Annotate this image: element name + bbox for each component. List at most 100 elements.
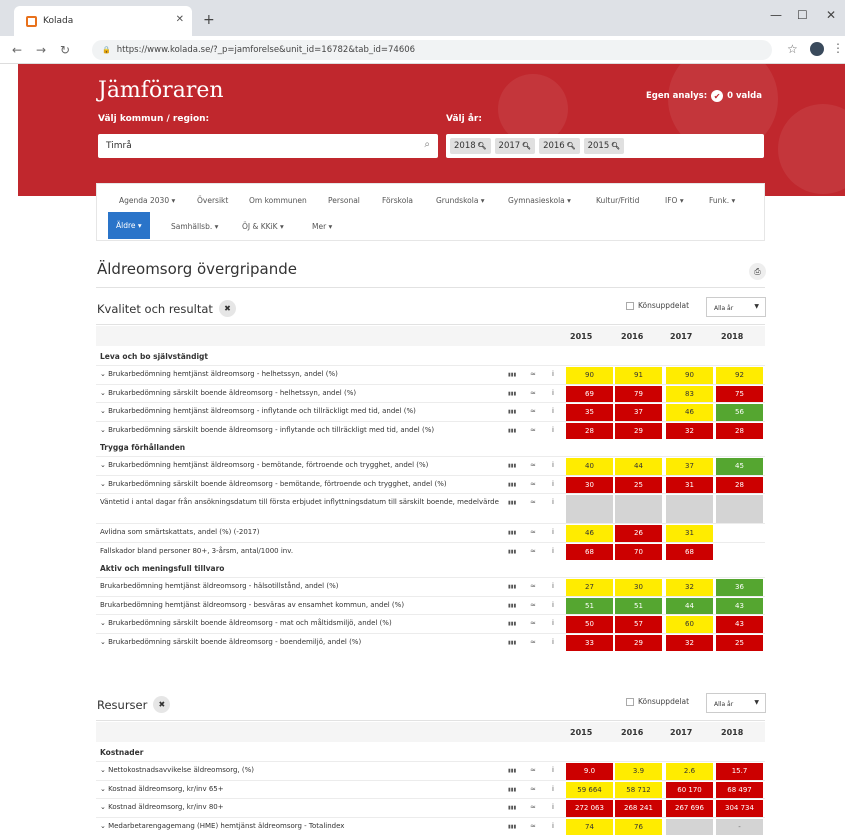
info-icon[interactable]: i (552, 822, 554, 830)
nav-item[interactable]: Personal (328, 196, 360, 205)
info-icon[interactable]: i (552, 638, 554, 646)
trend-icon[interactable]: ≈ (530, 803, 536, 811)
info-icon[interactable]: i (552, 785, 554, 793)
row-label[interactable]: Fallskador bland personer 80+, 3-årsm, a… (100, 547, 500, 556)
bar-chart-icon[interactable]: ▮▮▮ (508, 640, 516, 646)
trend-icon[interactable]: ≈ (530, 480, 536, 488)
browser-tab[interactable]: Kolada ✕ (14, 6, 192, 36)
nav-item[interactable]: IFO ▾ (665, 196, 684, 205)
info-icon[interactable]: i (552, 498, 554, 506)
info-icon[interactable]: i (552, 619, 554, 627)
nav-item[interactable]: Översikt (197, 196, 228, 205)
gender-checkbox[interactable] (626, 697, 634, 706)
bar-chart-icon[interactable]: ▮▮▮ (508, 428, 516, 434)
bar-chart-icon[interactable]: ▮▮▮ (508, 805, 516, 811)
table-row[interactable]: Brukarbedömning hemtjänst äldreomsorg - … (96, 595, 765, 614)
trend-icon[interactable]: ≈ (530, 370, 536, 378)
info-icon[interactable]: i (552, 426, 554, 434)
year-filter-select[interactable]: Alla år ▼ (706, 693, 766, 713)
table-row[interactable]: ⌄ Brukarbedömning särskilt boende äldreo… (96, 614, 765, 633)
nav-item[interactable]: Gymnasieskola ▾ (508, 196, 571, 205)
row-label[interactable]: ⌄ Medarbetarengagemang (HME) hemtjänst ä… (100, 822, 500, 831)
window-close-icon[interactable]: ✕ (826, 8, 836, 22)
table-row[interactable]: Brukarbedömning hemtjänst äldreomsorg - … (96, 577, 765, 596)
trend-icon[interactable]: ≈ (530, 547, 536, 555)
row-label[interactable]: ⌄ Brukarbedömning särskilt boende äldreo… (100, 426, 500, 435)
row-label[interactable]: Väntetid i antal dagar från ansökningsda… (100, 498, 500, 507)
info-icon[interactable]: i (552, 528, 554, 536)
nav-item[interactable]: Agenda 2030 ▾ (119, 196, 175, 205)
table-row[interactable]: Fallskador bland personer 80+, 3-årsm, a… (96, 541, 765, 560)
trend-icon[interactable]: ≈ (530, 638, 536, 646)
row-label[interactable]: ⌄ Brukarbedömning hemtjänst äldreomsorg … (100, 370, 500, 379)
extension-icon[interactable] (810, 42, 824, 56)
info-icon[interactable]: i (552, 547, 554, 555)
table-row[interactable]: Avlidna som smärtskattats, andel (%) (-2… (96, 523, 765, 542)
table-row[interactable]: ⌄ Brukarbedömning hemtjänst äldreomsorg … (96, 456, 765, 475)
table-row[interactable]: ⌄ Medarbetarengagemang (HME) hemtjänst ä… (96, 816, 765, 835)
info-icon[interactable]: i (552, 601, 554, 609)
bar-chart-icon[interactable]: ▮▮▮ (508, 463, 516, 469)
kommun-input[interactable]: Timrå ⌕ (98, 134, 438, 158)
new-tab-icon[interactable]: + (203, 12, 215, 28)
back-icon[interactable]: ← (12, 43, 22, 57)
bar-chart-icon[interactable]: ▮▮▮ (508, 409, 516, 415)
year-chip[interactable]: 2016 🔍︎ (539, 138, 580, 154)
forward-icon[interactable]: → (36, 43, 46, 57)
nav-item[interactable]: Mer ▾ (312, 222, 332, 231)
bar-chart-icon[interactable]: ▮▮▮ (508, 500, 516, 506)
trend-icon[interactable]: ≈ (530, 389, 536, 397)
nav-item[interactable]: Om kommunen (249, 196, 307, 205)
info-icon[interactable]: i (552, 389, 554, 397)
bar-chart-icon[interactable]: ▮▮▮ (508, 824, 516, 830)
collapse-icon[interactable]: ✖ (218, 300, 236, 317)
table-row[interactable]: ⌄ Brukarbedömning hemtjänst äldreomsorg … (96, 402, 765, 421)
trend-icon[interactable]: ≈ (530, 601, 536, 609)
bar-chart-icon[interactable]: ▮▮▮ (508, 621, 516, 627)
reload-icon[interactable]: ↻ (60, 43, 70, 57)
bar-chart-icon[interactable]: ▮▮▮ (508, 482, 516, 488)
trend-icon[interactable]: ≈ (530, 498, 536, 506)
info-icon[interactable]: i (552, 803, 554, 811)
bar-chart-icon[interactable]: ▮▮▮ (508, 549, 516, 555)
row-label[interactable]: ⌄ Brukarbedömning särskilt boende äldreo… (100, 638, 500, 647)
row-label[interactable]: ⌄ Brukarbedömning hemtjänst äldreomsorg … (100, 407, 500, 416)
table-row[interactable]: ⌄ Kostnad äldreomsorg, kr/inv 65+ ▮▮▮ ≈ i 59… (96, 779, 765, 798)
year-filter-select[interactable]: Alla år ▼ (706, 297, 766, 317)
minimize-icon[interactable]: — (770, 8, 782, 22)
browser-menu-icon[interactable]: ⋮ (832, 41, 844, 55)
nav-item[interactable]: Kultur/Fritid (596, 196, 639, 205)
row-label[interactable]: ⌄ Brukarbedömning särskilt boende äldreo… (100, 480, 500, 489)
table-row[interactable]: ⌄ Brukarbedömning särskilt boende äldreo… (96, 383, 765, 402)
bar-chart-icon[interactable]: ▮▮▮ (508, 584, 516, 590)
gender-toggle[interactable]: Könsuppdelat (626, 697, 689, 706)
row-label[interactable]: ⌄ Nettokostnadsavvikelse äldreomsorg, (%… (100, 766, 500, 775)
search-icon[interactable]: ⌕ (424, 139, 430, 150)
bar-chart-icon[interactable]: ▮▮▮ (508, 530, 516, 536)
table-row[interactable]: ⌄ Kostnad äldreomsorg, kr/inv 80+ ▮▮▮ ≈ i 27… (96, 798, 765, 817)
year-chip[interactable]: 2017 🔍︎ (494, 138, 536, 154)
gender-checkbox[interactable] (626, 301, 634, 310)
bar-chart-icon[interactable]: ▮▮▮ (508, 768, 516, 774)
info-icon[interactable]: i (552, 480, 554, 488)
row-label[interactable]: Avlidna som smärtskattats, andel (%) (-2… (100, 528, 500, 537)
year-chip[interactable]: 2018 🔍︎ (450, 138, 491, 154)
row-label[interactable]: Brukarbedömning hemtjänst äldreomsorg - … (100, 601, 500, 610)
info-icon[interactable]: i (552, 461, 554, 469)
info-icon[interactable]: i (552, 407, 554, 415)
nav-item[interactable]: Funk. ▾ (709, 196, 735, 205)
print-icon[interactable]: ⎙ (749, 263, 766, 280)
row-label[interactable]: ⌄ Brukarbedömning särskilt boende äldreo… (100, 619, 500, 628)
gender-toggle[interactable]: Könsuppdelat (626, 301, 689, 310)
table-row[interactable]: ⌄ Brukarbedömning hemtjänst äldreomsorg … (96, 365, 765, 384)
nav-item[interactable]: Grundskola ▾ (436, 196, 485, 205)
trend-icon[interactable]: ≈ (530, 528, 536, 536)
row-label[interactable]: ⌄ Brukarbedömning särskilt boende äldreo… (100, 389, 500, 398)
url-field[interactable]: 🔒 https://www.kolada.se/?_p=jamforelse&u… (92, 40, 772, 60)
collapse-icon[interactable]: ✖ (153, 696, 171, 713)
bar-chart-icon[interactable]: ▮▮▮ (508, 603, 516, 609)
nav-item[interactable]: Förskola (382, 196, 413, 205)
table-row[interactable]: ⌄ Nettokostnadsavvikelse äldreomsorg, (%… (96, 761, 765, 780)
nav-item[interactable]: ÖJ & KKiK ▾ (242, 222, 284, 231)
trend-icon[interactable]: ≈ (530, 822, 536, 830)
